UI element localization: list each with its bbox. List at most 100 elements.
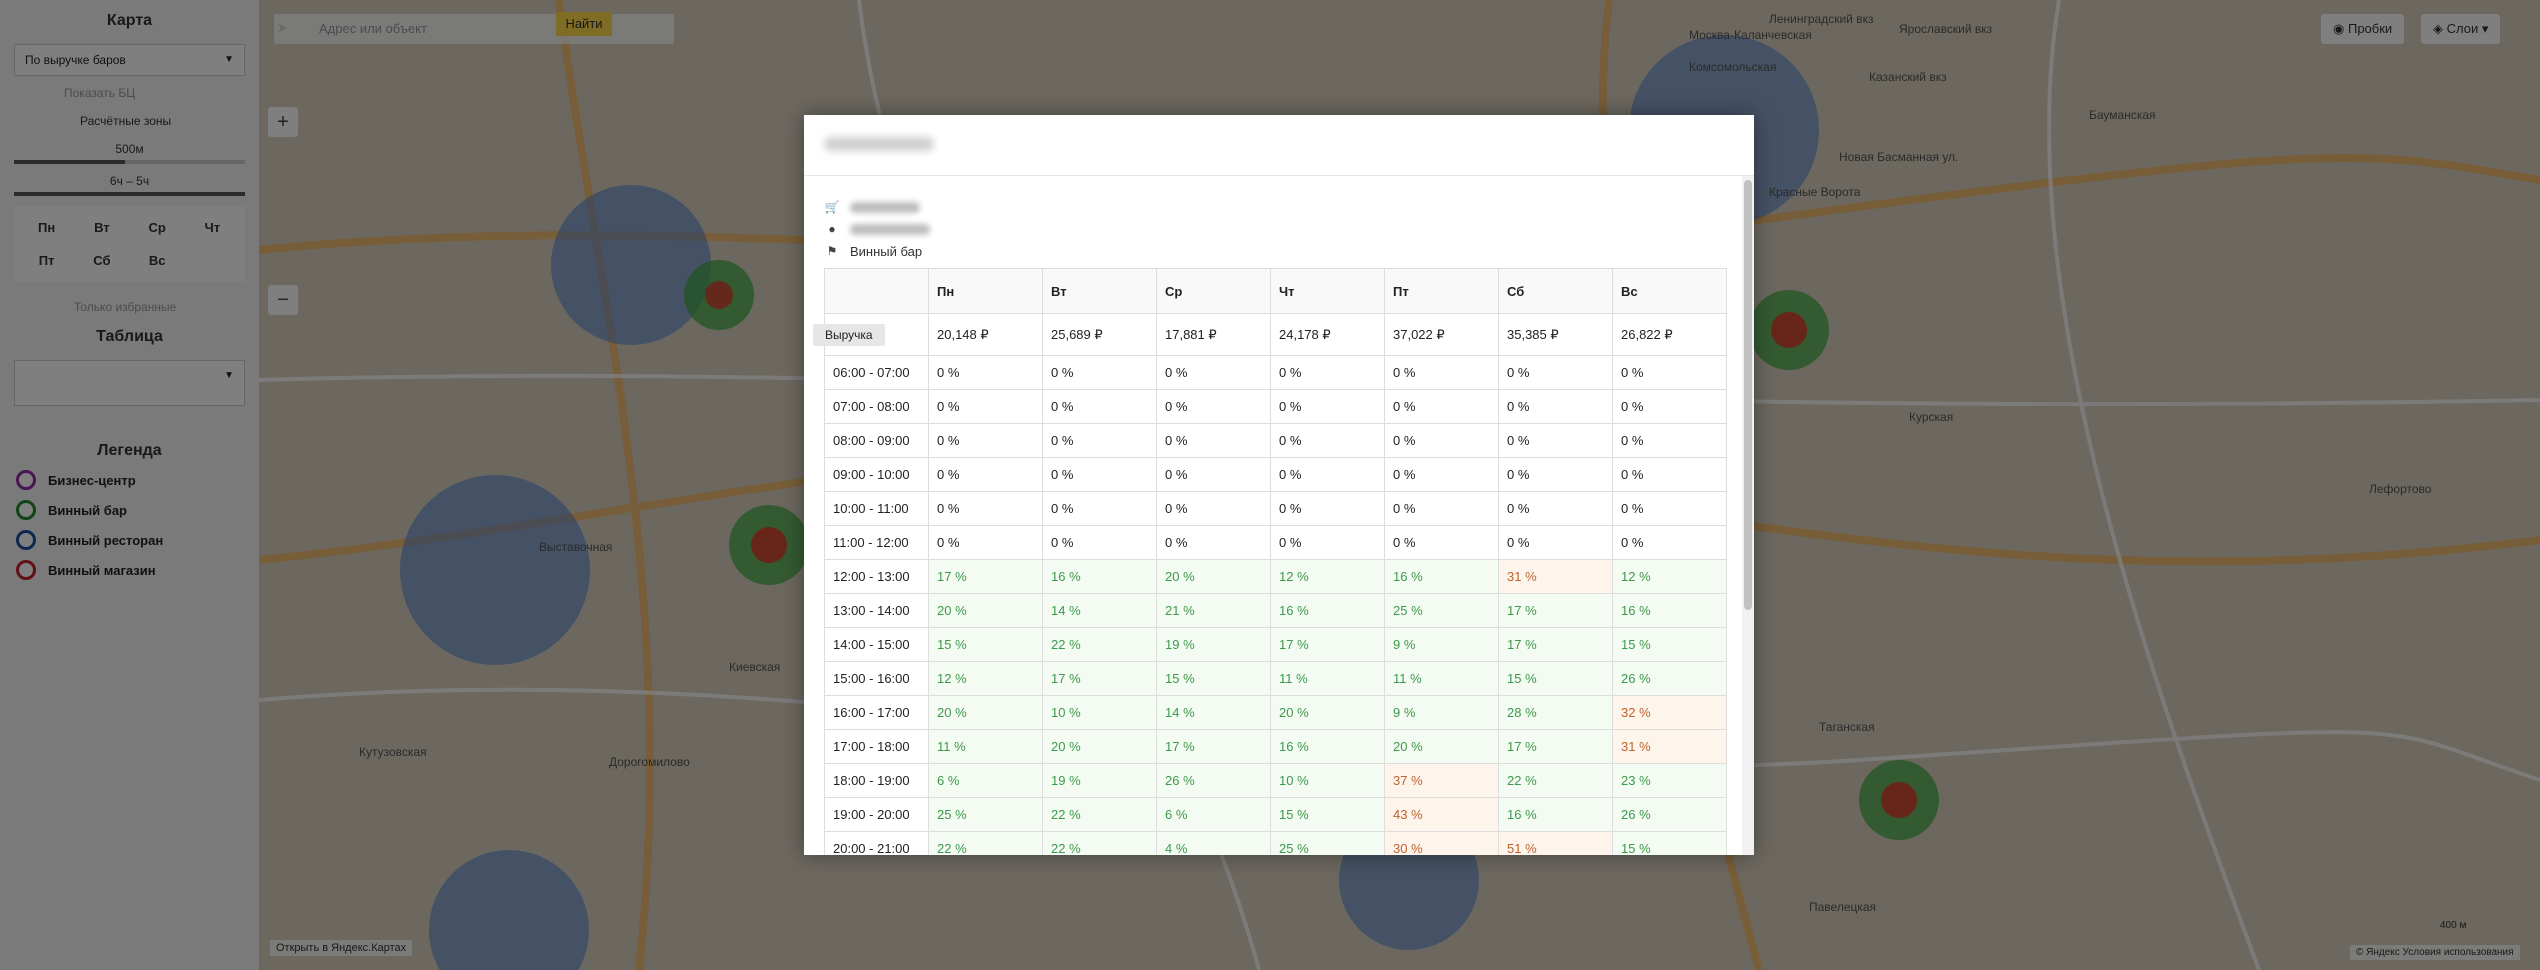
percent-cell: 12 % — [1612, 559, 1727, 594]
time-slot-cell: 17:00 - 18:00 — [824, 729, 929, 764]
percent-cell: 10 % — [1042, 695, 1157, 730]
percent-cell: 31 % — [1498, 559, 1613, 594]
revenue-cell: 26,822 ₽ — [1612, 313, 1727, 356]
venue-brand-redacted — [850, 201, 920, 213]
table-row: 16:00 - 17:00 20 % 10 % 14 % 20 % 9 % 28 % 32 % — [824, 695, 1727, 730]
percent-cell: 21 % — [1156, 593, 1271, 628]
percent-cell: 17 % — [1498, 627, 1613, 662]
percent-cell: 0 % — [1498, 389, 1613, 424]
percent-cell: 15 % — [928, 627, 1043, 662]
percent-cell: 0 % — [928, 423, 1043, 458]
percent-cell: 25 % — [1384, 593, 1499, 628]
percent-cell: 0 % — [1270, 491, 1385, 526]
percent-cell: 9 % — [1384, 695, 1499, 730]
percent-cell: 0 % — [1498, 457, 1613, 492]
percent-cell: 11 % — [1270, 661, 1385, 696]
time-slot-cell: 09:00 - 10:00 — [824, 457, 929, 492]
time-slot-cell: 16:00 - 17:00 — [824, 695, 929, 730]
percent-cell: 0 % — [1156, 423, 1271, 458]
percent-cell: 15 % — [1156, 661, 1271, 696]
percent-cell: 11 % — [928, 729, 1043, 764]
percent-cell: 16 % — [1270, 729, 1385, 764]
revenue-label-cell: Выручка — [813, 313, 929, 356]
modal-scrollbar[interactable] — [1742, 176, 1754, 855]
percent-cell: 17 % — [928, 559, 1043, 594]
table-header: Вт — [1042, 268, 1157, 314]
percent-cell: 0 % — [1498, 525, 1613, 560]
percent-cell: 0 % — [1612, 389, 1727, 424]
percent-cell: 0 % — [1042, 525, 1157, 560]
percent-cell: 22 % — [928, 831, 1043, 855]
table-row: 11:00 - 12:00 0 % 0 % 0 % 0 % 0 % 0 % 0 % — [824, 525, 1727, 560]
percent-cell: 0 % — [1384, 355, 1499, 390]
percent-cell: 25 % — [928, 797, 1043, 832]
percent-cell: 25 % — [1270, 831, 1385, 855]
percent-cell: 14 % — [1156, 695, 1271, 730]
percent-cell: 20 % — [928, 593, 1043, 628]
cart-icon: 🛒 — [824, 200, 840, 214]
time-slot-cell: 15:00 - 16:00 — [824, 661, 929, 696]
table-header: Чт — [1270, 268, 1385, 314]
table-header: Сб — [1498, 268, 1613, 314]
percent-cell: 22 % — [1042, 627, 1157, 662]
percent-cell: 30 % — [1384, 831, 1499, 855]
percent-cell: 9 % — [1384, 627, 1499, 662]
percent-cell: 16 % — [1612, 593, 1727, 628]
percent-cell: 0 % — [1498, 355, 1613, 390]
percent-cell: 0 % — [1612, 355, 1727, 390]
percent-cell: 17 % — [1042, 661, 1157, 696]
percent-cell: 17 % — [1270, 627, 1385, 662]
venue-category: Винный бар — [850, 243, 923, 259]
percent-cell: 20 % — [1156, 559, 1271, 594]
percent-cell: 26 % — [1612, 797, 1727, 832]
tags-icon: ⚑ — [826, 244, 838, 258]
percent-cell: 0 % — [1042, 491, 1157, 526]
table-header-corner — [824, 268, 929, 314]
percent-cell: 12 % — [1270, 559, 1385, 594]
percent-cell: 0 % — [1270, 423, 1385, 458]
percent-cell: 0 % — [1612, 457, 1727, 492]
percent-cell: 0 % — [1612, 525, 1727, 560]
modal-header — [804, 115, 1754, 176]
percent-cell: 19 % — [1156, 627, 1271, 662]
time-slot-cell: 12:00 - 13:00 — [824, 559, 929, 594]
percent-cell: 23 % — [1612, 763, 1727, 798]
venue-address-redacted — [850, 223, 930, 235]
venue-info: 🛒 ● ⚑ Винный бар — [804, 176, 1742, 262]
time-slot-cell: 06:00 - 07:00 — [824, 355, 929, 390]
map-marker-icon: ● — [828, 222, 836, 236]
percent-cell: 26 % — [1612, 661, 1727, 696]
percent-cell: 0 % — [928, 525, 1043, 560]
time-slot-cell: 11:00 - 12:00 — [824, 525, 929, 560]
percent-cell: 0 % — [1270, 457, 1385, 492]
percent-cell: 20 % — [1384, 729, 1499, 764]
scrollbar-thumb[interactable] — [1744, 180, 1752, 610]
percent-cell: 0 % — [1156, 457, 1271, 492]
table-header-row: Пн Вт Ср Чт Пт Сб Вс — [824, 268, 1727, 314]
percent-cell: 20 % — [1270, 695, 1385, 730]
percent-cell: 43 % — [1384, 797, 1499, 832]
time-slot-cell: 13:00 - 14:00 — [824, 593, 929, 628]
percent-cell: 26 % — [1156, 763, 1271, 798]
table-row: 14:00 - 15:00 15 % 22 % 19 % 17 % 9 % 17 % 15 % — [824, 627, 1727, 662]
percent-cell: 15 % — [1270, 797, 1385, 832]
time-slot-cell: 14:00 - 15:00 — [824, 627, 929, 662]
percent-cell: 16 % — [1384, 559, 1499, 594]
revenue-row: Выручка 20,148 ₽ 25,689 ₽ 17,881 ₽ 24,17… — [813, 313, 1727, 356]
percent-cell: 15 % — [1612, 831, 1727, 855]
percent-cell: 31 % — [1612, 729, 1727, 764]
table-row: 07:00 - 08:00 0 % 0 % 0 % 0 % 0 % 0 % 0 % — [824, 389, 1727, 424]
percent-cell: 17 % — [1498, 729, 1613, 764]
percent-cell: 0 % — [1612, 423, 1727, 458]
revenue-cell: 20,148 ₽ — [928, 313, 1043, 356]
percent-cell: 28 % — [1498, 695, 1613, 730]
percent-cell: 0 % — [1270, 355, 1385, 390]
venue-name-redacted — [824, 137, 934, 151]
percent-cell: 19 % — [1042, 763, 1157, 798]
percent-cell: 6 % — [928, 763, 1043, 798]
percent-cell: 0 % — [1612, 491, 1727, 526]
table-header: Вс — [1612, 268, 1727, 314]
hourly-revenue-table: Пн Вт Ср Чт Пт Сб Вс Выручка 20,148 ₽ 25… — [813, 268, 1727, 855]
table-row: 20:00 - 21:00 22 % 22 % 4 % 25 % 30 % 51 % 15 % — [824, 831, 1727, 855]
table-row: 12:00 - 13:00 17 % 16 % 20 % 12 % 16 % 31 % 12 … — [824, 559, 1727, 594]
